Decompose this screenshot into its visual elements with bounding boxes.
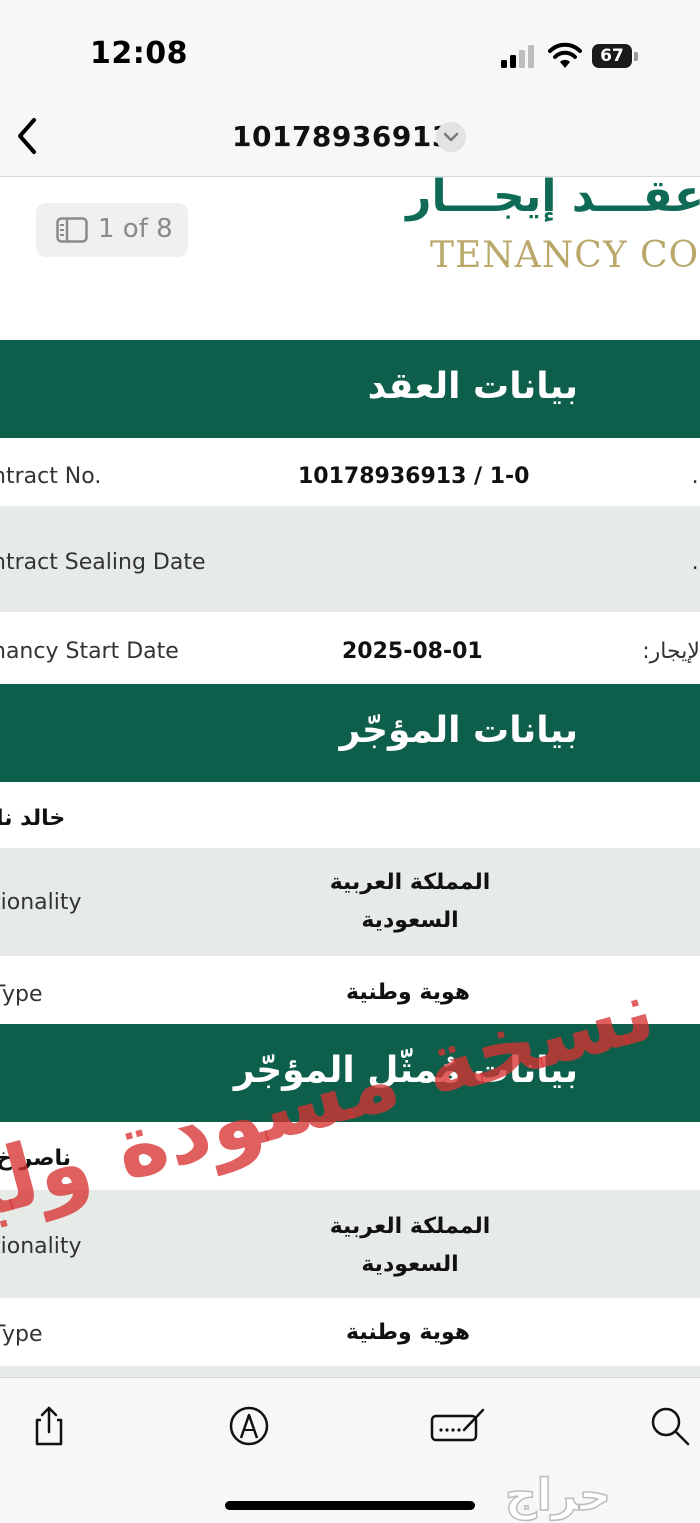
field-label-ar: :.	[691, 550, 700, 575]
battery-level: 67	[592, 44, 632, 68]
page-indicator-text: 1 of 8	[98, 214, 173, 244]
field-label: tionality	[0, 1234, 82, 1259]
english-logo-text: TENANCY CON	[430, 235, 700, 276]
document-title[interactable]: 10178936913	[232, 120, 452, 153]
home-indicator[interactable]	[225, 1501, 475, 1510]
row-lessor-nationality: tionality المملكة العربية السعودية	[0, 848, 700, 956]
section-header-contract: بيانات العقد	[0, 340, 700, 438]
field-label-ar: :.	[691, 464, 700, 489]
field-value: هوية وطنية	[346, 980, 471, 1005]
field-label: ntract Sealing Date	[0, 550, 206, 575]
bottom-toolbar: حراج	[0, 1377, 700, 1523]
field-value: هوية وطنية	[346, 1320, 471, 1345]
field-value: خالد نا	[0, 806, 66, 831]
share-icon[interactable]	[27, 1404, 71, 1448]
field-label: ntract No.	[0, 464, 102, 489]
signature-icon[interactable]	[430, 1404, 488, 1448]
sidebar-icon	[56, 217, 88, 243]
battery-icon: 67	[592, 44, 640, 68]
section-title: بيانات المؤجّر	[339, 710, 578, 751]
back-chevron-icon[interactable]	[10, 114, 46, 158]
section-header-lessor: بيانات المؤجّر	[0, 684, 700, 782]
field-label: tionality	[0, 890, 82, 915]
field-label: Type	[0, 1322, 43, 1347]
field-label: Type	[0, 982, 43, 1007]
wifi-icon	[548, 42, 582, 68]
section-title: بيانات العقد	[367, 366, 578, 407]
brand-watermark-logo: حراج	[504, 1469, 611, 1522]
row-start-date: nancy Start Date 2025-08-01 الإيجار:	[0, 612, 700, 684]
chevron-down-icon[interactable]	[436, 122, 466, 152]
navigation-bar: 10178936913	[0, 100, 700, 177]
search-icon[interactable]	[648, 1404, 692, 1448]
field-value: المملكة العربية السعودية	[300, 1208, 520, 1284]
nationality-line-1: المملكة العربية	[329, 870, 491, 895]
row-rep-id-type: Type هوية وطنية	[0, 1298, 700, 1366]
field-label: nancy Start Date	[0, 639, 179, 664]
status-bar: 12:08 67	[0, 0, 700, 100]
status-time: 12:08	[90, 36, 188, 71]
nationality-line-1: المملكة العربية	[329, 1214, 491, 1239]
nationality-line-2: السعودية	[361, 908, 459, 933]
row-next	[0, 1366, 700, 1377]
field-value: المملكة العربية السعودية	[300, 864, 520, 940]
nationality-line-2: السعودية	[361, 1252, 459, 1277]
row-contract-no: ntract No. 10178936913 / 1-0 :.	[0, 438, 700, 506]
field-value: 2025-08-01	[342, 639, 483, 664]
page-indicator[interactable]: 1 of 8	[36, 203, 188, 257]
row-lessor-name: خالد نا	[0, 782, 700, 848]
field-label-ar: الإيجار:	[642, 639, 700, 664]
arabic-logo-text: عقـــد إيجـــار	[406, 177, 700, 222]
field-value: 10178936913 / 1-0	[298, 464, 530, 489]
cellular-signal-icon	[501, 45, 534, 68]
markup-pen-icon[interactable]	[227, 1404, 271, 1448]
row-sealing-date: ntract Sealing Date :.	[0, 506, 700, 612]
